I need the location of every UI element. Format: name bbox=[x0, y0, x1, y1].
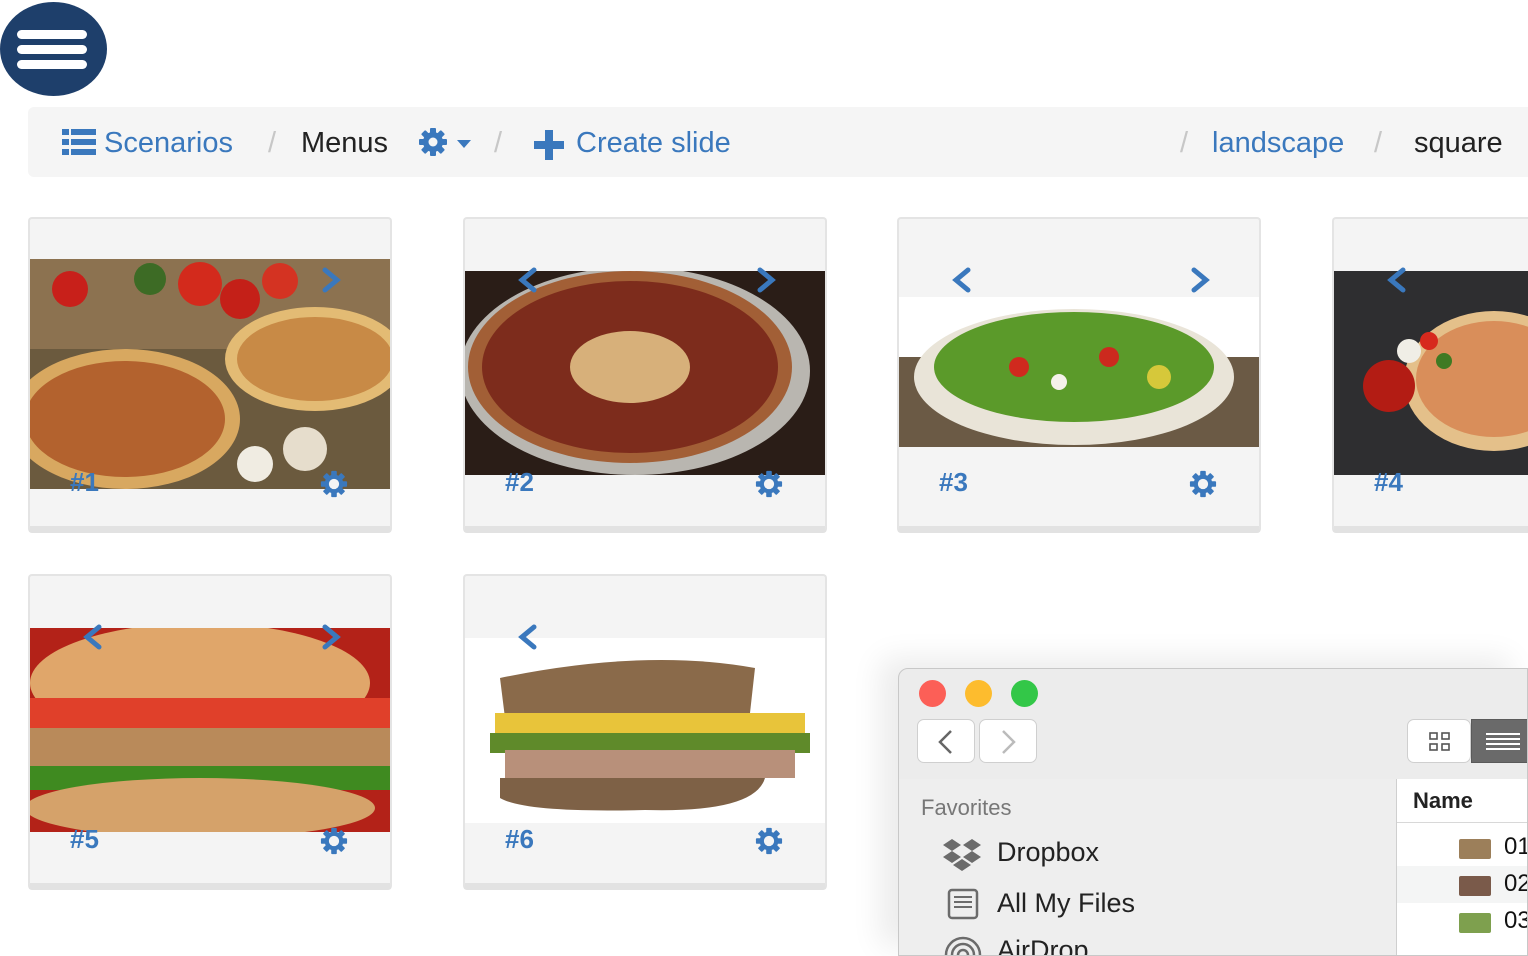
sidebar-item-label: Dropbox bbox=[997, 837, 1100, 867]
finder-sidebar: Favorites Dropbox All My Files AirDrop bbox=[899, 779, 1396, 956]
file-row[interactable]: 02 bbox=[1397, 866, 1527, 903]
minimize-window-button[interactable] bbox=[965, 680, 992, 707]
file-row[interactable]: 01 bbox=[1397, 829, 1527, 866]
previous-arrow-icon[interactable] bbox=[82, 624, 104, 650]
previous-arrow-icon[interactable] bbox=[951, 267, 973, 293]
menu-icon-bar-bottom bbox=[17, 60, 87, 69]
menu-icon-bar-middle bbox=[17, 45, 87, 54]
slide-number: #3 bbox=[939, 467, 968, 497]
plus-icon bbox=[534, 130, 564, 160]
file-row[interactable]: 03 bbox=[1397, 903, 1527, 940]
zoom-window-button[interactable] bbox=[1011, 680, 1038, 707]
menu-icon-bar-top bbox=[17, 30, 87, 39]
name-column-header[interactable]: Name bbox=[1397, 779, 1527, 823]
image-thumbnail-icon bbox=[1459, 913, 1491, 933]
slide-image-salad bbox=[899, 297, 1259, 447]
file-name: 01 bbox=[1504, 833, 1527, 860]
settings-dropdown[interactable] bbox=[418, 125, 476, 159]
slide-number: #6 bbox=[505, 824, 534, 854]
orientation-landscape-link[interactable]: landscape bbox=[1212, 127, 1344, 160]
favorites-heading: Favorites bbox=[921, 795, 1012, 820]
create-slide-button[interactable]: Create slide bbox=[534, 125, 764, 161]
list-view-button[interactable] bbox=[1471, 719, 1527, 763]
file-name: 03 bbox=[1504, 907, 1527, 934]
list-view-icon bbox=[1486, 733, 1520, 750]
breadcrumb-scenarios-link[interactable]: Scenarios bbox=[104, 127, 233, 160]
next-arrow-icon[interactable] bbox=[320, 267, 342, 293]
previous-arrow-icon[interactable] bbox=[517, 267, 539, 293]
gear-icon bbox=[419, 128, 447, 156]
slide-image-pizza bbox=[465, 271, 825, 475]
forward-button[interactable] bbox=[979, 719, 1037, 763]
slide-settings-icon[interactable] bbox=[1189, 470, 1217, 498]
close-window-button[interactable] bbox=[919, 680, 946, 707]
chevron-right-icon bbox=[1002, 730, 1016, 754]
image-thumbnail-icon bbox=[1459, 839, 1491, 859]
file-name: 02 bbox=[1504, 870, 1527, 897]
breadcrumb-separator: / bbox=[1374, 127, 1383, 159]
next-arrow-icon[interactable] bbox=[320, 624, 342, 650]
slide-card[interactable]: #4 bbox=[1332, 217, 1528, 533]
sidebar-item-label: All My Files bbox=[997, 888, 1136, 918]
breadcrumb-separator: / bbox=[494, 127, 503, 159]
slide-number: #2 bbox=[505, 467, 534, 497]
slide-image-sandwich bbox=[465, 638, 825, 823]
main-menu-button[interactable] bbox=[0, 2, 107, 96]
breadcrumb-menus: Menus bbox=[301, 127, 389, 159]
slide-card[interactable]: #2 bbox=[463, 217, 827, 533]
file-list: Name 01 02 03 bbox=[1396, 779, 1527, 955]
slide-card[interactable]: #1 bbox=[28, 217, 392, 533]
list-icon bbox=[62, 129, 96, 155]
create-slide-label: Create slide bbox=[576, 127, 731, 159]
slide-number: #4 bbox=[1374, 467, 1403, 497]
slide-settings-icon[interactable] bbox=[755, 827, 783, 855]
slide-number: #1 bbox=[70, 467, 99, 497]
back-button[interactable] bbox=[917, 719, 975, 763]
previous-arrow-icon[interactable] bbox=[517, 624, 539, 650]
slide-settings-icon[interactable] bbox=[320, 827, 348, 855]
breadcrumb-separator: / bbox=[1180, 127, 1189, 159]
orientation-square-label: square bbox=[1414, 127, 1503, 159]
slide-card[interactable]: #5 bbox=[28, 574, 392, 890]
sidebar-item-label: AirDrop bbox=[997, 935, 1089, 956]
slide-settings-icon[interactable] bbox=[320, 470, 348, 498]
slide-image-pizza bbox=[1334, 271, 1528, 475]
next-arrow-icon[interactable] bbox=[755, 267, 777, 293]
slide-image-pizza bbox=[30, 259, 390, 489]
slide-card[interactable]: #6 bbox=[463, 574, 827, 890]
dropbox-icon bbox=[943, 839, 981, 871]
slide-image-burger bbox=[30, 628, 390, 832]
slide-number: #5 bbox=[70, 824, 99, 854]
breadcrumb-separator: / bbox=[268, 127, 277, 159]
all-files-icon bbox=[947, 888, 979, 920]
airdrop-icon bbox=[944, 936, 982, 955]
chevron-left-icon bbox=[938, 730, 952, 754]
icon-view-button[interactable] bbox=[1407, 719, 1471, 763]
previous-arrow-icon[interactable] bbox=[1386, 267, 1408, 293]
name-column-label: Name bbox=[1413, 788, 1473, 813]
next-arrow-icon[interactable] bbox=[1189, 267, 1211, 293]
caret-down-icon bbox=[457, 140, 471, 148]
slide-settings-icon[interactable] bbox=[755, 470, 783, 498]
image-thumbnail-icon bbox=[1459, 876, 1491, 896]
slide-card[interactable]: #3 bbox=[897, 217, 1261, 533]
grid-view-icon bbox=[1429, 732, 1450, 751]
breadcrumb: Scenarios / Menus / Create slide / lands… bbox=[28, 107, 1528, 177]
finder-window: Favorites Dropbox All My Files AirDrop N… bbox=[898, 668, 1528, 956]
